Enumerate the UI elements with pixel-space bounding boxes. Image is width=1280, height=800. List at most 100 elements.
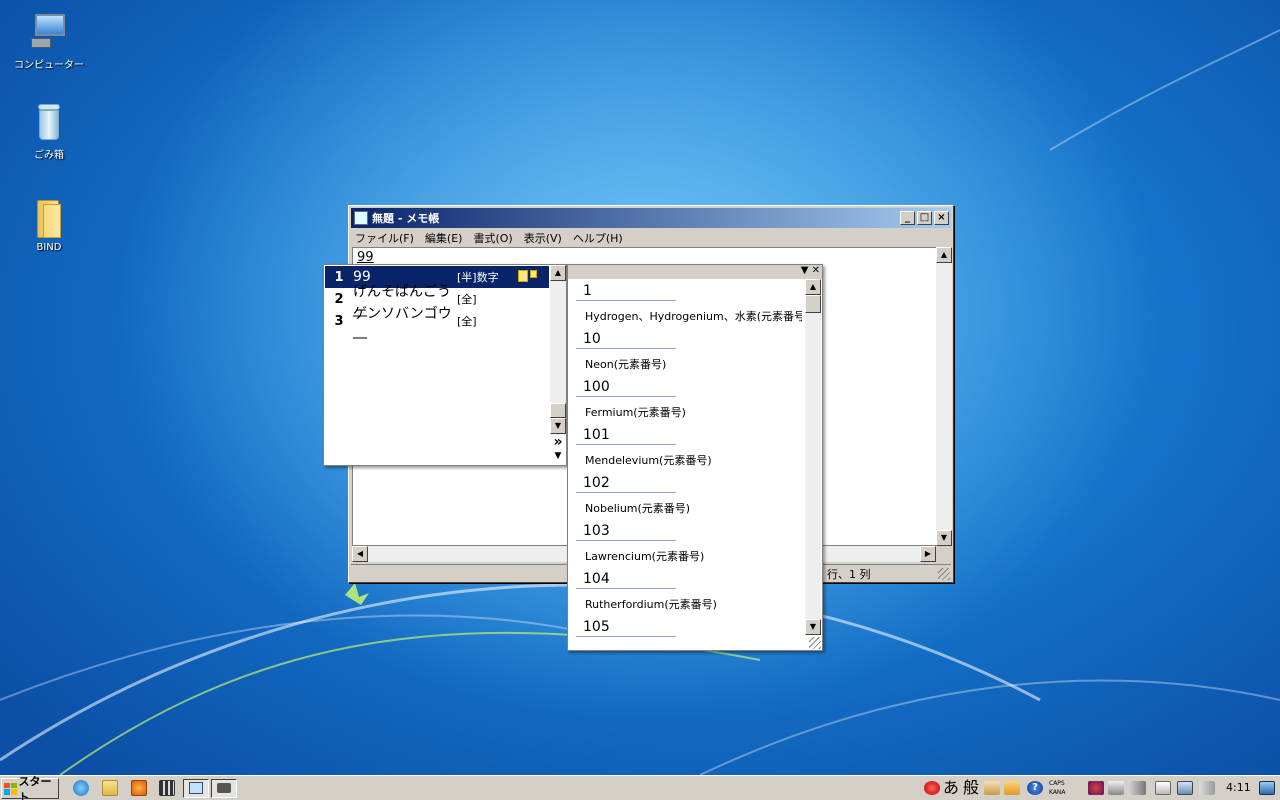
scroll-down-button[interactable]: ▼ (550, 418, 566, 434)
vertical-scrollbar[interactable]: ▲ ▼ (936, 247, 952, 546)
dictionary-entry[interactable]: 104 Rutherfordium(元素番号) (576, 569, 802, 617)
help-icon[interactable]: ? (1027, 781, 1043, 795)
desktop-icon-label: コンピューター (14, 60, 84, 71)
entry-term: 105 (576, 617, 676, 637)
scroll-thumb[interactable] (550, 403, 566, 418)
ime-dictionary-mode[interactable]: 般 (963, 779, 979, 797)
scroll-up-button[interactable]: ▲ (550, 265, 566, 281)
desktop-icon-label: BIND (36, 242, 62, 253)
clock[interactable]: 4:11 (1226, 781, 1251, 794)
candidate-tag: [全] (457, 315, 477, 328)
desktop-icon-bind[interactable]: BIND (9, 198, 89, 253)
ime-input-mode[interactable]: あ (943, 779, 959, 797)
internet-explorer-icon[interactable] (73, 780, 89, 796)
show-desktop-icon[interactable] (1259, 781, 1275, 795)
menu-view[interactable]: 表示(V) (524, 230, 562, 246)
scroll-left-button[interactable]: ◀ (352, 546, 368, 562)
maximize-button[interactable]: □ (917, 211, 932, 225)
close-icon[interactable]: ✕ (812, 265, 820, 276)
desktop-icon-computer[interactable]: コンピューター (9, 12, 89, 71)
entry-term: 1 (576, 281, 676, 301)
start-button[interactable]: スタート (1, 775, 59, 800)
dictionary-scrollbar[interactable]: ▲ ▼ (805, 279, 821, 635)
menu-format[interactable]: 書式(O) (473, 230, 512, 246)
ime-dictionary-panel[interactable]: ▼ ✕ 1 Hydrogen、Hydrogenium、水素(元素番号) 10 N… (567, 264, 823, 651)
candidate-item[interactable]: 3 ゲンソバンゴウ__ [全] (325, 306, 549, 339)
windows-logo-icon (4, 782, 17, 795)
dictionary-note-icon (518, 270, 537, 282)
network-icon[interactable] (1177, 781, 1193, 795)
scroll-right-button[interactable]: ▶ (920, 546, 936, 562)
notepad-icon (354, 211, 368, 225)
scroll-up-button[interactable]: ▲ (936, 247, 952, 263)
entry-description: Nobelium(元素番号) (585, 502, 691, 515)
menu-edit[interactable]: 編集(E) (425, 230, 463, 246)
double-chevron-right-icon: » (553, 434, 563, 450)
menu-file[interactable]: ファイル(F) (355, 230, 414, 246)
window-title: 無題 - メモ帳 (372, 212, 440, 225)
dictionary-entry-list: 1 Hydrogen、Hydrogenium、水素(元素番号) 10 Neon(… (576, 281, 802, 648)
dictionary-entry[interactable]: 101 Mendelevium(元素番号) (576, 425, 802, 473)
ime-candidate-window[interactable]: 1 99 [半]数字 2 げんそばんごう__ [全] 3 ゲンソバンゴウ__ [… (323, 264, 567, 466)
candidate-number: 2 (334, 291, 344, 307)
dictionary-panel-header: ▼ ✕ (568, 265, 822, 279)
computer-icon (29, 12, 69, 52)
ime-pad-icon[interactable] (984, 781, 1000, 795)
media-center-icon[interactable] (159, 780, 175, 796)
dictionary-entry[interactable]: 1 Hydrogen、Hydrogenium、水素(元素番号) (576, 281, 802, 329)
composition-text: 99 (357, 250, 374, 265)
speaker-icon[interactable] (1130, 781, 1146, 795)
entry-description: Fermium(元素番号) (585, 406, 686, 419)
desktop-icon-recycle-bin[interactable]: ごみ箱 (9, 102, 89, 161)
entry-term: 10 (576, 329, 676, 349)
close-button[interactable]: × (934, 211, 949, 225)
entry-term: 104 (576, 569, 676, 589)
dictionary-entry[interactable]: 10 Neon(元素番号) (576, 329, 802, 377)
candidate-number: 1 (334, 269, 344, 285)
entry-description (576, 637, 802, 644)
notepad-icon (189, 782, 203, 794)
network-security-icon[interactable] (1088, 781, 1104, 795)
entry-description: Mendelevium(元素番号) (585, 454, 712, 467)
chevron-down-icon: ▼ (554, 451, 562, 461)
candidate-tag: [半]数字 (457, 271, 499, 284)
resize-grip[interactable] (809, 637, 821, 649)
taskbar-button-notepad[interactable] (183, 779, 209, 798)
panel-menu-icon[interactable]: ▼ (801, 265, 809, 276)
action-center-flag-icon[interactable] (1155, 781, 1171, 795)
entry-description: Hydrogen、Hydrogenium、水素(元素番号) (585, 310, 802, 323)
scroll-down-button[interactable]: ▼ (805, 619, 821, 635)
folder-icon (29, 198, 69, 238)
entry-term: 103 (576, 521, 676, 541)
settings-icon[interactable] (1108, 781, 1124, 795)
taskbar-button-tool[interactable] (211, 779, 237, 798)
entry-description: Lawrencium(元素番号) (585, 550, 705, 563)
entry-term: 100 (576, 377, 676, 397)
candidate-word: ゲンソバンゴウ__ (353, 306, 452, 339)
scroll-thumb[interactable] (805, 295, 821, 313)
entry-term: 101 (576, 425, 676, 445)
minimize-button[interactable]: _ (900, 211, 915, 225)
dictionary-entry[interactable]: 105 (576, 617, 802, 648)
dictionary-entry[interactable]: 100 Fermium(元素番号) (576, 377, 802, 425)
explorer-folder-icon[interactable] (102, 780, 118, 796)
dictionary-entry[interactable]: 103 Lawrencium(元素番号) (576, 521, 802, 569)
menu-bar: ファイル(F) 編集(E) 書式(O) 表示(V) ヘルプ(H) (351, 229, 951, 247)
expand-candidates-button[interactable]: » ▼ (550, 435, 566, 465)
menu-help[interactable]: ヘルプ(H) (573, 230, 623, 246)
caps-label: CAPS (1049, 780, 1065, 787)
ime-tools-icon[interactable] (1004, 781, 1020, 795)
notepad-titlebar[interactable]: 無題 - メモ帳 _ □ × (351, 208, 951, 228)
dictionary-entry[interactable]: 102 Nobelium(元素番号) (576, 473, 802, 521)
candidate-scrollbar[interactable]: ▲ ▼ (550, 265, 566, 435)
entry-term: 102 (576, 473, 676, 493)
resize-grip[interactable] (938, 568, 950, 580)
recycle-bin-icon (29, 102, 69, 142)
scroll-up-button[interactable]: ▲ (805, 279, 821, 295)
tool-icon (217, 783, 231, 793)
scroll-down-button[interactable]: ▼ (936, 530, 952, 546)
ime-toolbar-icon[interactable] (924, 781, 940, 795)
caps-kana-indicator[interactable]: CAPS KANA (1049, 779, 1066, 797)
media-player-icon[interactable] (131, 780, 147, 796)
volume-icon[interactable] (1199, 781, 1215, 795)
